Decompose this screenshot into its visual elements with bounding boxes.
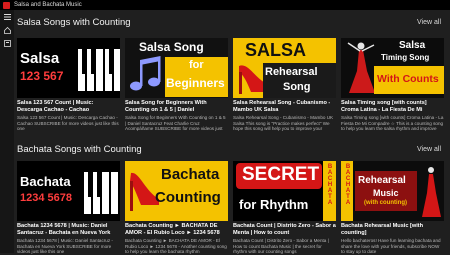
video-card[interactable]: Salsa Timing Song With Counts Salsa Timi…	[341, 38, 444, 132]
dancer-silhouette-image	[422, 167, 441, 217]
video-title: Bachata Count | Distrito Zero - Sabor a …	[233, 223, 336, 236]
video-thumbnail: Bachata 1234 5678	[17, 161, 120, 221]
sidebar	[0, 10, 14, 253]
video-description: Salsa Rehearsal Song - Cubanismo - Mambo…	[233, 115, 334, 132]
title-bar: Salsa and Bachata Music	[0, 0, 450, 10]
section-header-bachata: Bachata Songs with Counting	[17, 142, 142, 156]
video-description: Bachata Count | Distrito Zero - Sabor a …	[233, 238, 329, 255]
banner-yellow: for Beginners	[165, 57, 228, 97]
view-all-link-bachata[interactable]: View all	[417, 146, 441, 153]
video-description: Salsa 123 567 Count | Music: Descarga Ca…	[17, 115, 119, 132]
video-title: Salsa Timing song [with counts] Croma La…	[341, 100, 427, 113]
video-card[interactable]: SALSA Rehearsal Song Salsa Rehearsal Son…	[233, 38, 336, 132]
video-card[interactable]: SECRET for Rhythm BACHATA Bachata Count …	[233, 161, 336, 255]
video-thumbnail: Salsa Timing Song With Counts	[341, 38, 444, 98]
music-note-icon	[130, 56, 161, 91]
video-thumbnail: Bachata Counting	[125, 161, 228, 221]
section-title: Bachata Songs with Counting	[17, 143, 142, 155]
video-title: Bachata Counting ► BACHATA DE AMOR - El …	[125, 223, 220, 236]
video-thumbnail: Salsa Song for Beginners	[125, 38, 228, 98]
view-all-link-salsa[interactable]: View all	[417, 19, 441, 26]
banner-dark-red: Rehearsal Music (with counting)	[355, 171, 417, 211]
video-description: Bachata Counting ► BACHATA DE AMOR - El …	[125, 238, 227, 255]
video-title: Bachata Rehearsal Music [with counting]	[341, 223, 424, 236]
video-description: Bachata 1234 5678 | Music: Daniel Santac…	[17, 238, 113, 255]
banner-red: SECRET	[236, 163, 322, 189]
video-card[interactable]: Bachata Counting Bachata Counting ► BACH…	[125, 161, 228, 255]
window-title: Salsa and Bachata Music	[14, 2, 82, 8]
video-card[interactable]: Salsa Song for Beginners Salsa Song for …	[125, 38, 228, 132]
banner-dark: Rehearsal Song	[263, 63, 336, 98]
side-strip: BACHATA	[341, 161, 353, 221]
hamburger-menu-icon[interactable]	[3, 13, 11, 21]
video-thumbnail: BACHATA Rehearsal Music (with counting)	[341, 161, 444, 221]
video-title: Salsa 123 567 Count | Music: Descarga Ca…	[17, 100, 94, 113]
video-thumbnail: Salsa 123 567	[17, 38, 120, 98]
video-title: Bachata 1234 5678 | Music: Daniel Santac…	[17, 223, 111, 236]
piano-keys-image	[77, 48, 120, 92]
video-card[interactable]: Bachata 1234 5678 Bachata 1234 5678 | Mu…	[17, 161, 120, 255]
section-header-salsa: Salsa Songs with Counting	[17, 15, 131, 29]
video-title: Salsa Song for Beginners With Counting o…	[125, 100, 207, 113]
video-card[interactable]: Salsa 123 567 Salsa 123 567 Count | Musi…	[17, 38, 120, 132]
dancer-silhouette-image	[347, 42, 375, 93]
banner-yellow: With Counts	[374, 66, 444, 94]
video-thumbnail: SECRET for Rhythm BACHATA	[233, 161, 336, 221]
side-strip: BACHATA	[323, 161, 336, 221]
video-title: Salsa Rehearsal Song - Cubanismo - Mambo…	[233, 100, 331, 113]
main-content: Salsa Songs with Counting View all Salsa…	[14, 10, 450, 255]
home-icon[interactable]	[3, 26, 11, 34]
video-thumbnail: SALSA Rehearsal Song	[233, 38, 336, 98]
section-title: Salsa Songs with Counting	[17, 16, 131, 28]
piano-keys-image	[83, 171, 119, 215]
app-logo-icon	[3, 1, 10, 9]
library-icon[interactable]	[3, 39, 11, 47]
video-description: Salsa Timing song [with counts] Croma La…	[341, 115, 444, 132]
video-description: Hello bachateros! Have fun learning bach…	[341, 238, 441, 255]
video-card[interactable]: BACHATA Rehearsal Music (with counting) …	[341, 161, 444, 255]
video-description: Salsa Song for Beginners With Counting o…	[125, 115, 226, 132]
